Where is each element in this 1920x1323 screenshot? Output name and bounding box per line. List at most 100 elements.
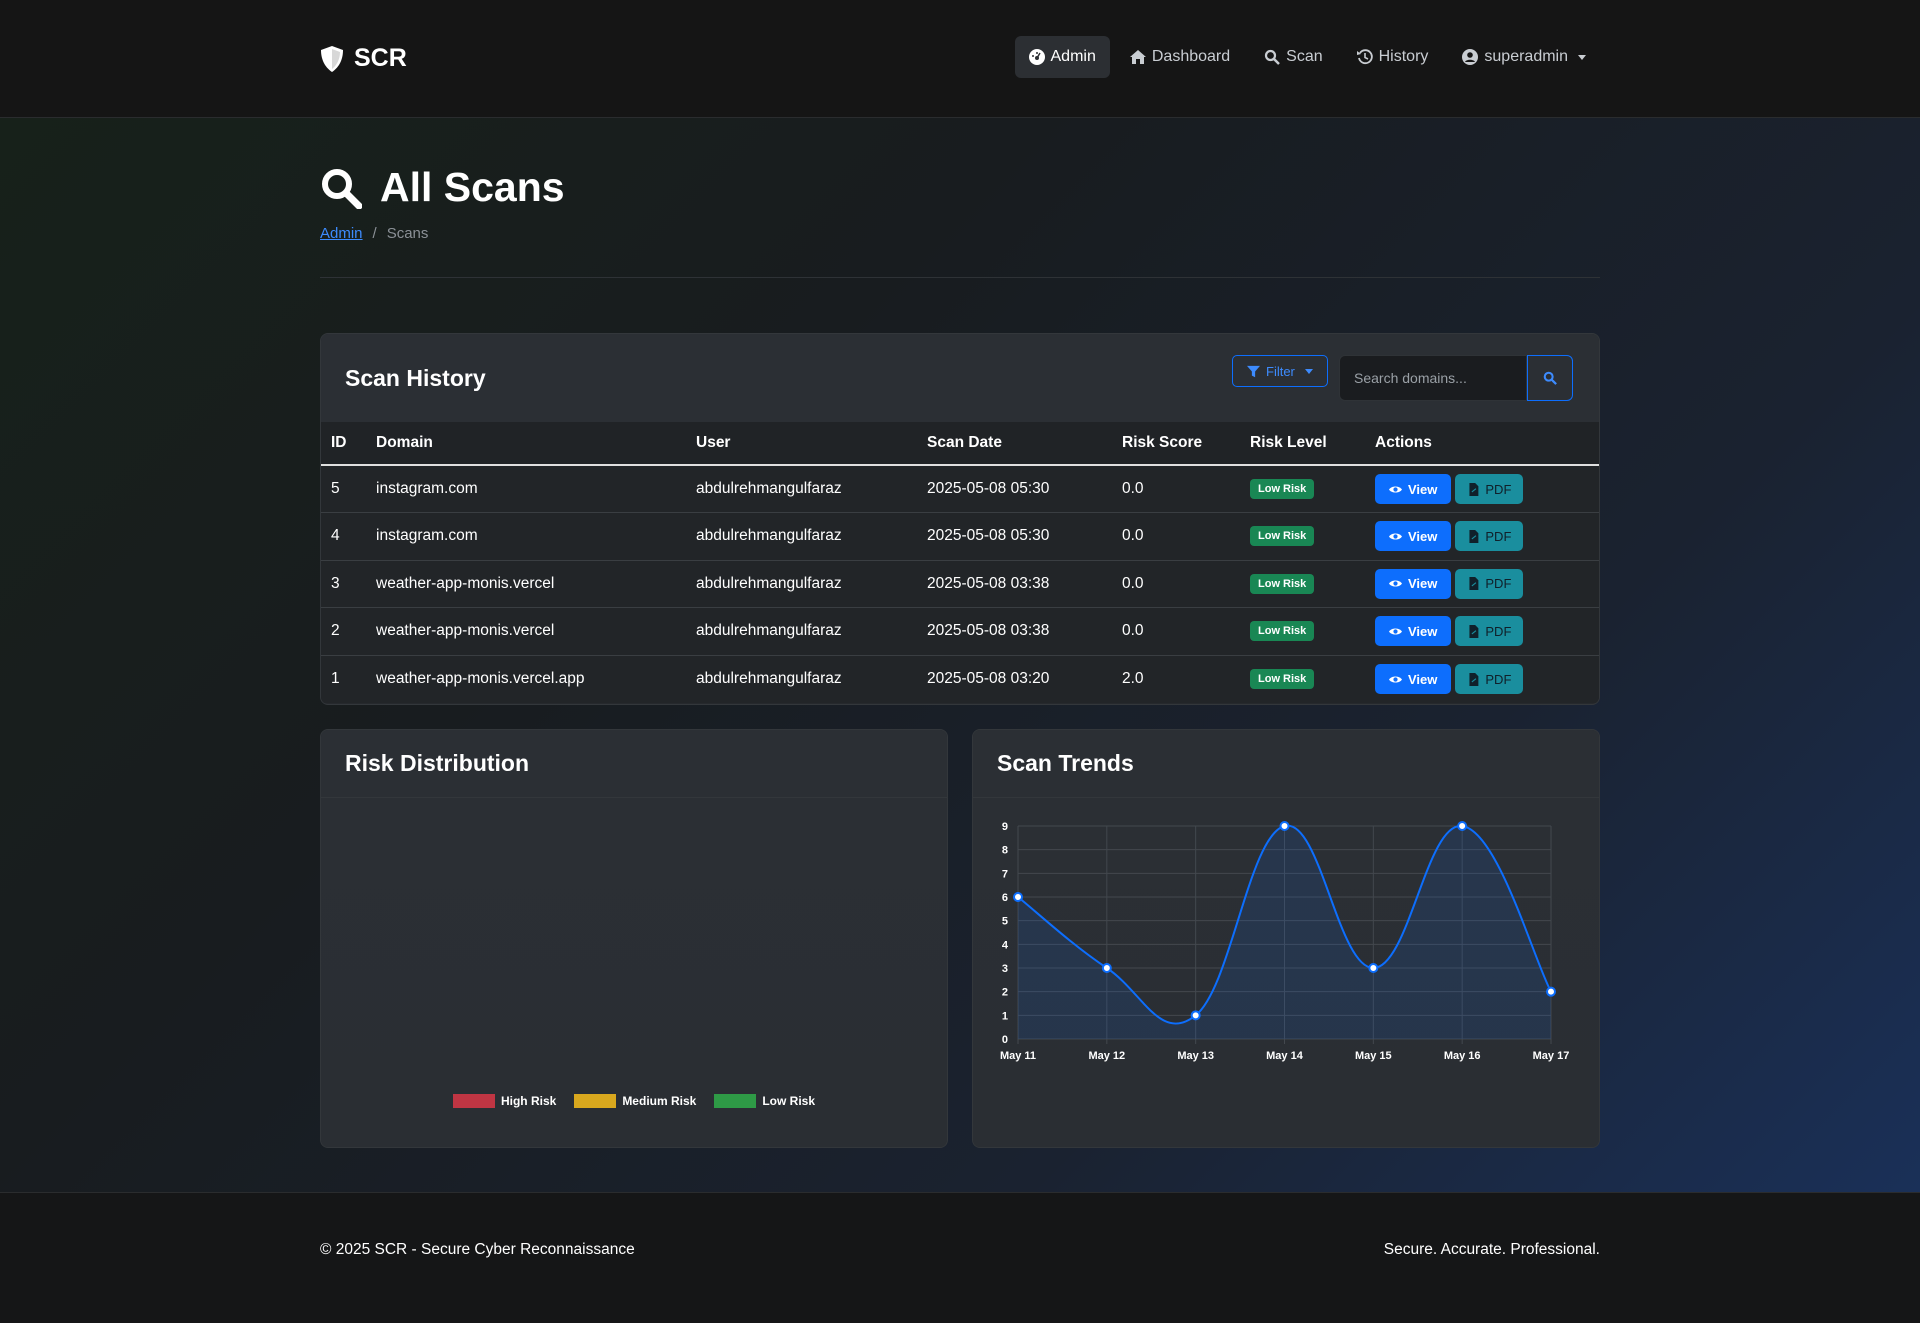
legend-medium-risk[interactable]: Medium Risk [574, 1094, 696, 1108]
y-tick-label: 4 [1002, 939, 1009, 951]
y-tick-label: 5 [1002, 916, 1008, 928]
footer: © 2025 SCR - Secure Cyber Reconnaissance… [0, 1192, 1920, 1323]
footer-tagline: Secure. Accurate. Professional. [1383, 1241, 1600, 1258]
series-area [1018, 825, 1551, 1039]
search-button[interactable] [1527, 355, 1573, 401]
status-badge: Low Risk [1250, 526, 1315, 547]
x-tick-label: May 12 [1088, 1050, 1125, 1062]
cell-domain: instagram.com [366, 465, 686, 513]
col-domain: Domain [366, 422, 686, 466]
cell-domain: weather-app-monis.vercel.app [366, 655, 686, 703]
pdf-label: PDF [1485, 528, 1512, 544]
legend-high-risk[interactable]: High Risk [452, 1094, 556, 1108]
cell-scan-date: 2025-05-08 03:20 [917, 655, 1112, 703]
pdf-label: PDF [1485, 623, 1512, 639]
cell-user: abdulrehmangulfaraz [686, 607, 917, 656]
view-button[interactable]: View [1375, 474, 1452, 504]
scan-trends-header: Scan Trends [973, 730, 1599, 798]
search-icon [1543, 371, 1557, 385]
y-tick-label: 2 [1002, 987, 1008, 999]
cell-domain: instagram.com [366, 512, 686, 561]
nav-dashboard[interactable]: Dashboard [1116, 36, 1244, 78]
user-menu-label: superadmin [1484, 48, 1568, 65]
status-badge: Low Risk [1250, 479, 1315, 499]
legend-label-medium: Medium Risk [622, 1094, 697, 1108]
y-tick-label: 6 [1002, 892, 1008, 904]
nav-scan-label: Scan [1286, 48, 1323, 65]
y-tick-label: 8 [1002, 845, 1008, 857]
view-label: View [1408, 576, 1438, 592]
chevron-down-icon [1578, 54, 1586, 60]
cell-risk-level: Low Risk [1240, 655, 1365, 703]
nav-dashboard-label: Dashboard [1151, 48, 1231, 65]
table-row: 1 weather-app-monis.vercel.app abdulrehman… [321, 655, 1599, 703]
col-user: User [686, 422, 917, 466]
pdf-button[interactable]: PDF [1455, 616, 1524, 647]
cell-scan-date: 2025-05-08 05:30 [917, 465, 1112, 513]
brand[interactable]: SCR [320, 44, 407, 73]
gauge-icon [1028, 49, 1045, 65]
x-tick-label: May 14 [1266, 1050, 1304, 1062]
scan-trends-chart: 0 1 2 3 4 5 6 7 8 9 May 11 May 12 May 13 May 14 May 15… [973, 798, 1599, 1147]
filter-icon [1247, 365, 1260, 377]
view-button[interactable]: View [1375, 568, 1452, 599]
user-circle-icon [1462, 49, 1479, 65]
cell-user: abdulrehmangulfaraz [686, 560, 917, 608]
breadcrumb-separator: / [372, 225, 377, 242]
legend-low-risk[interactable]: Low Risk [714, 1094, 815, 1108]
cell-scan-date: 2025-05-08 05:30 [917, 512, 1112, 561]
cell-id: 3 [321, 560, 366, 608]
cell-risk-score: 0.0 [1112, 607, 1240, 656]
user-menu[interactable]: superadmin [1448, 36, 1600, 78]
status-badge: Low Risk [1250, 573, 1315, 594]
table-header-row: ID Domain User Scan Date Risk Score Risk… [321, 422, 1599, 466]
y-tick-label: 7 [1002, 868, 1008, 880]
file-pdf-icon [1469, 672, 1479, 686]
scan-history-card: Scan History Filter ID Domain User Scan … [320, 333, 1600, 705]
table-row: 2 weather-app-monis.vercel abdulrehmangulf… [321, 607, 1599, 656]
cell-risk-level: Low Risk [1240, 512, 1365, 561]
file-pdf-icon [1469, 529, 1479, 543]
pdf-button[interactable]: PDF [1455, 474, 1524, 504]
x-tick-label: May 16 [1444, 1050, 1481, 1062]
nav-admin[interactable]: Admin [1014, 36, 1110, 78]
cell-risk-score: 2.0 [1112, 655, 1240, 703]
page-header: All Scans Admin / Scans [320, 164, 1600, 242]
breadcrumb-admin-link[interactable]: Admin [320, 225, 363, 242]
cell-user: abdulrehmangulfaraz [686, 512, 917, 561]
view-button[interactable]: View [1375, 664, 1452, 694]
breadcrumb-current: Scans [386, 225, 429, 242]
cell-scan-date: 2025-05-08 03:38 [917, 560, 1112, 608]
risk-distribution-title: Risk Distribution [345, 750, 530, 776]
history-icon [1356, 49, 1373, 65]
search-input[interactable] [1339, 355, 1527, 401]
y-tick-label: 0 [1002, 1034, 1008, 1046]
col-risk-score: Risk Score [1112, 422, 1240, 466]
cell-risk-score: 0.0 [1112, 512, 1240, 561]
scan-history-header: Scan History Filter [321, 334, 1599, 422]
data-point [1101, 963, 1112, 973]
page-title: All Scans [320, 164, 1600, 211]
nav-admin-label: Admin [1050, 48, 1096, 65]
data-point [1368, 963, 1379, 973]
cell-actions: View PDF [1365, 465, 1599, 513]
view-button[interactable]: View [1375, 616, 1452, 647]
view-label: View [1408, 528, 1438, 544]
eye-icon [1389, 533, 1402, 540]
cell-risk-score: 0.0 [1112, 465, 1240, 513]
filter-button[interactable]: Filter [1232, 355, 1328, 387]
nav-history[interactable]: History [1343, 36, 1443, 78]
view-button[interactable]: View [1375, 521, 1452, 552]
cell-id: 5 [321, 465, 366, 513]
pdf-button[interactable]: PDF [1455, 568, 1524, 599]
status-badge: Low Risk [1250, 621, 1315, 642]
pdf-button[interactable]: PDF [1455, 664, 1524, 694]
page-title-text: All Scans [380, 164, 565, 210]
pdf-button[interactable]: PDF [1455, 521, 1524, 552]
cell-id: 2 [321, 607, 366, 656]
brand-name: SCR [354, 44, 407, 72]
pdf-label: PDF [1485, 576, 1512, 592]
nav-scan[interactable]: Scan [1250, 36, 1336, 78]
chevron-down-icon [1304, 368, 1313, 374]
scan-trends-title: Scan Trends [997, 750, 1134, 776]
